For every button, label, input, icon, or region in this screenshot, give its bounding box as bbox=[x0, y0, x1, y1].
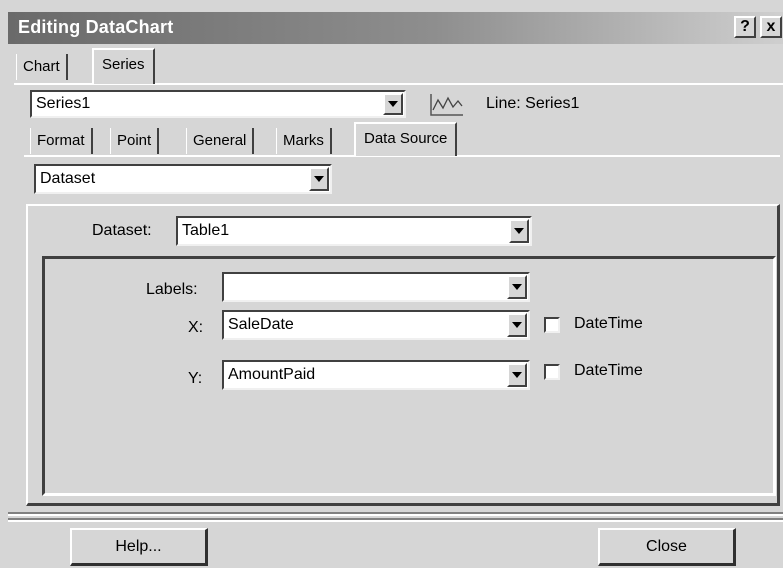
labels-dropdown-button[interactable] bbox=[507, 275, 527, 299]
footer-separator-2 bbox=[8, 518, 783, 522]
y-select-value: AmountPaid bbox=[228, 366, 316, 383]
x-select[interactable]: SaleDate bbox=[222, 310, 530, 340]
close-button[interactable]: Close bbox=[598, 528, 736, 566]
footer-separator bbox=[8, 512, 783, 516]
tab-point[interactable]: Point bbox=[110, 128, 160, 154]
y-dropdown-button[interactable] bbox=[507, 363, 527, 387]
context-help-button[interactable]: ? bbox=[734, 16, 756, 38]
tab-data-source[interactable]: Data Source bbox=[354, 122, 458, 156]
title-bar[interactable]: Editing DataChart ? x bbox=[8, 12, 783, 44]
tab-point-label: Point bbox=[117, 132, 152, 149]
chevron-down-icon bbox=[514, 228, 524, 234]
dialog-window: Editing DataChart ? x Chart Series Serie… bbox=[0, 0, 783, 568]
help-icon: ? bbox=[740, 18, 750, 35]
dataset-select-value: Table1 bbox=[182, 222, 230, 239]
x-dropdown-button[interactable] bbox=[507, 313, 527, 337]
help-button[interactable]: Help... bbox=[70, 528, 208, 566]
dataset-select[interactable]: Table1 bbox=[176, 216, 532, 246]
series-dropdown-button[interactable] bbox=[383, 93, 403, 115]
labels-label: Labels: bbox=[146, 281, 198, 298]
help-button-label: Help... bbox=[115, 537, 162, 555]
tab-marks-label: Marks bbox=[283, 132, 324, 149]
series-select[interactable]: Series1 bbox=[30, 90, 406, 118]
close-window-button[interactable]: x bbox=[760, 16, 782, 38]
chevron-down-icon bbox=[388, 101, 398, 107]
y-datetime-label: DateTime bbox=[574, 362, 643, 379]
tab-series-label: Series bbox=[102, 56, 145, 73]
y-datetime-checkbox[interactable] bbox=[544, 364, 560, 380]
data-source-type-select[interactable]: Dataset bbox=[34, 164, 332, 194]
y-label: Y: bbox=[188, 370, 203, 387]
tab-series[interactable]: Series bbox=[92, 48, 155, 84]
x-datetime-label: DateTime bbox=[574, 315, 643, 332]
data-source-type-value: Dataset bbox=[40, 170, 96, 187]
x-select-value: SaleDate bbox=[228, 316, 294, 333]
close-icon: x bbox=[766, 18, 776, 35]
chevron-down-icon bbox=[512, 322, 522, 328]
close-button-label: Close bbox=[646, 537, 687, 555]
y-select[interactable]: AmountPaid bbox=[222, 360, 530, 390]
labels-select[interactable] bbox=[222, 272, 530, 302]
tab-general-label: General bbox=[193, 132, 247, 149]
tab-format-label: Format bbox=[37, 132, 85, 149]
dataset-dropdown-button[interactable] bbox=[509, 219, 529, 243]
window-title: Editing DataChart bbox=[18, 17, 174, 37]
chevron-down-icon bbox=[314, 176, 324, 182]
data-source-type-dropdown-button[interactable] bbox=[309, 167, 329, 191]
chevron-down-icon bbox=[512, 372, 522, 378]
x-label: X: bbox=[188, 319, 204, 336]
tab-chart[interactable]: Chart bbox=[16, 54, 68, 80]
line-series-icon bbox=[430, 92, 464, 121]
tab-format[interactable]: Format bbox=[30, 128, 93, 154]
x-datetime-checkbox[interactable] bbox=[544, 317, 560, 333]
tab-data-source-label: Data Source bbox=[364, 130, 448, 147]
series-type-label: Line: Series1 bbox=[486, 95, 580, 112]
tab-chart-label: Chart bbox=[23, 58, 60, 75]
dataset-label: Dataset: bbox=[92, 222, 152, 239]
chevron-down-icon bbox=[512, 284, 522, 290]
series-select-value: Series1 bbox=[36, 95, 91, 112]
tab-general[interactable]: General bbox=[186, 128, 255, 154]
tab-marks[interactable]: Marks bbox=[276, 128, 332, 154]
